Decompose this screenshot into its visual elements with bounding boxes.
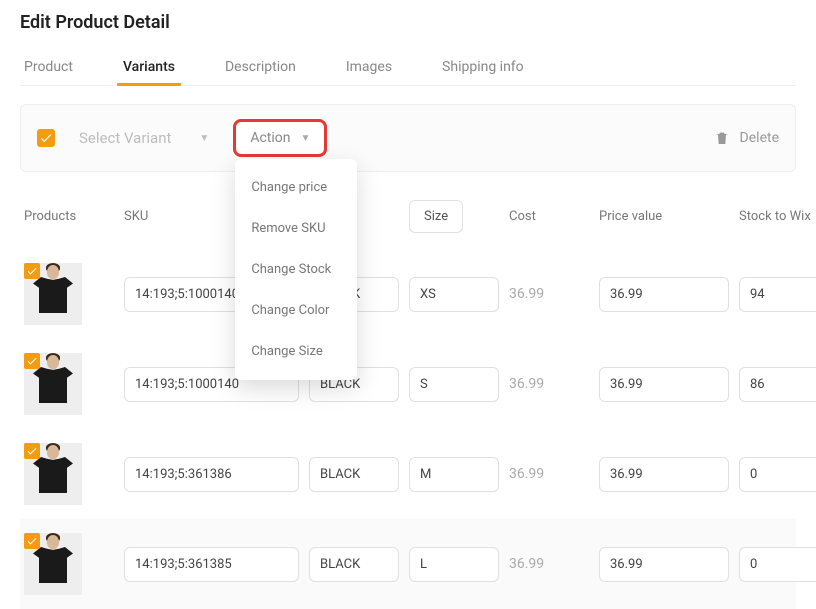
check-icon xyxy=(26,535,38,547)
tab-images[interactable]: Images xyxy=(346,51,392,85)
cost-value: 36.99 xyxy=(509,556,589,572)
trash-icon xyxy=(714,130,730,146)
cost-value: 36.99 xyxy=(509,466,589,482)
select-variant-label[interactable]: Select Variant xyxy=(79,129,171,147)
tab-variants[interactable]: Variants xyxy=(123,51,175,85)
sku-input[interactable] xyxy=(124,457,299,492)
tab-description[interactable]: Description xyxy=(225,51,296,85)
table-row: 36.99 xyxy=(20,519,796,609)
toolbar: Select Variant ▼ Action ▼ Change price R… xyxy=(20,104,796,172)
check-icon xyxy=(26,445,38,457)
chevron-down-icon[interactable]: ▼ xyxy=(199,133,209,144)
delete-button[interactable]: Delete xyxy=(714,130,779,146)
col-stock: Stock to Wix xyxy=(739,209,816,224)
action-change-color[interactable]: Change Color xyxy=(235,290,357,331)
chevron-down-icon: ▼ xyxy=(300,133,310,144)
tabs: Product Variants Description Images Ship… xyxy=(20,51,796,86)
tab-product[interactable]: Product xyxy=(24,51,73,85)
action-change-price[interactable]: Change price xyxy=(235,167,357,208)
price-input[interactable] xyxy=(599,367,729,402)
price-input[interactable] xyxy=(599,277,729,312)
select-all-checkbox[interactable] xyxy=(37,129,55,147)
action-label: Action xyxy=(250,130,290,146)
col-products: Products xyxy=(24,209,114,224)
col-price: Price value xyxy=(599,209,729,224)
table-row: 36.99 xyxy=(20,429,796,519)
sku-input[interactable] xyxy=(124,547,299,582)
size-input[interactable] xyxy=(409,457,499,492)
stock-input[interactable] xyxy=(739,547,816,582)
action-change-size[interactable]: Change Size xyxy=(235,331,357,372)
check-icon xyxy=(26,355,38,367)
size-input[interactable] xyxy=(409,277,499,312)
product-thumbnail[interactable] xyxy=(24,353,82,415)
price-input[interactable] xyxy=(599,457,729,492)
col-cost: Cost xyxy=(509,209,589,224)
table-header: Products SKU Size Cost Price value Stock… xyxy=(20,190,796,249)
delete-label: Delete xyxy=(740,130,779,146)
check-icon xyxy=(39,131,53,145)
stock-input[interactable] xyxy=(739,277,816,312)
stock-input[interactable] xyxy=(739,457,816,492)
row-checkbox[interactable] xyxy=(24,443,40,459)
product-thumbnail[interactable] xyxy=(24,263,82,325)
row-checkbox[interactable] xyxy=(24,263,40,279)
cost-value: 36.99 xyxy=(509,376,589,392)
table-row: 36.99 xyxy=(20,249,796,339)
product-thumbnail[interactable] xyxy=(24,533,82,595)
table-row: 36.99 xyxy=(20,339,796,429)
variants-table: Products SKU Size Cost Price value Stock… xyxy=(20,190,796,609)
action-dropdown-menu: Change price Remove SKU Change Stock Cha… xyxy=(235,159,357,380)
action-change-stock[interactable]: Change Stock xyxy=(235,249,357,290)
action-remove-sku[interactable]: Remove SKU xyxy=(235,208,357,249)
color-input[interactable] xyxy=(309,457,399,492)
product-thumbnail[interactable] xyxy=(24,443,82,505)
price-input[interactable] xyxy=(599,547,729,582)
cost-value: 36.99 xyxy=(509,286,589,302)
size-input[interactable] xyxy=(409,367,499,402)
row-checkbox[interactable] xyxy=(24,533,40,549)
col-size: Size xyxy=(409,200,463,233)
check-icon xyxy=(26,265,38,277)
size-input[interactable] xyxy=(409,547,499,582)
color-input[interactable] xyxy=(309,547,399,582)
row-checkbox[interactable] xyxy=(24,353,40,369)
tab-shipping[interactable]: Shipping info xyxy=(442,51,524,85)
stock-input[interactable] xyxy=(739,367,816,402)
page-title: Edit Product Detail xyxy=(20,12,796,33)
action-dropdown-button[interactable]: Action ▼ xyxy=(233,119,327,157)
